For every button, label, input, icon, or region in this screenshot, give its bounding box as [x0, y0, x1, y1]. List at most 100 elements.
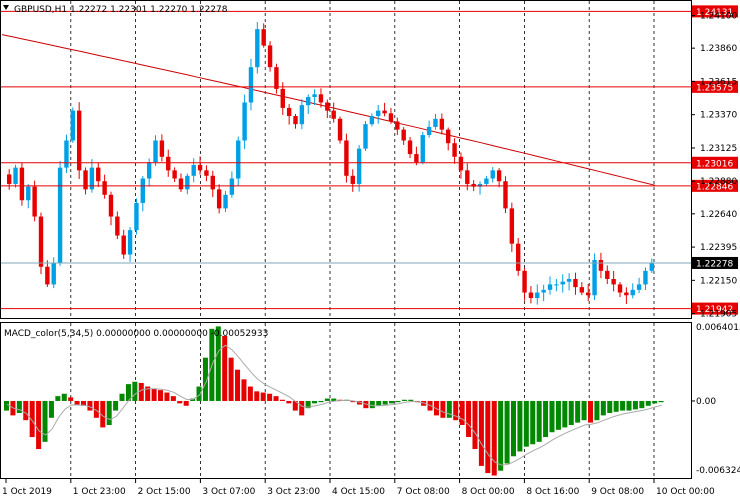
macd-bar: [164, 392, 170, 401]
candle-body: [299, 105, 305, 125]
candle-body: [617, 284, 623, 293]
macd-bar: [658, 400, 664, 403]
macd-bar: [158, 390, 164, 401]
candle-body: [420, 135, 425, 163]
candle-body: [13, 167, 18, 184]
candle-body: [223, 194, 228, 209]
time-tick-label: 10 Oct 00:00: [656, 487, 715, 497]
candle-body: [6, 174, 12, 184]
candle-body: [153, 140, 158, 163]
macd-bar: [626, 400, 632, 411]
macd-bar: [504, 400, 510, 464]
macd-bar: [183, 400, 189, 406]
macd-bar: [575, 400, 581, 423]
macd-bar: [196, 386, 202, 401]
candle-body: [325, 102, 330, 111]
candle-body: [516, 243, 521, 271]
candle-body: [191, 164, 196, 176]
candle-body: [649, 262, 655, 271]
candle-body: [255, 29, 260, 68]
candle-body: [197, 164, 203, 171]
candle-body: [382, 110, 387, 114]
macd-bar: [562, 400, 568, 428]
level-price-label: 1.23016: [696, 159, 733, 169]
candle-body: [127, 230, 133, 255]
candle-body: [121, 235, 126, 255]
time-tick-label: 1 Oct 23:00: [73, 487, 126, 497]
candle-body: [159, 140, 165, 157]
candle-body: [356, 148, 362, 184]
macd-bar: [299, 400, 305, 416]
candle-body: [248, 67, 254, 103]
candle-body: [630, 289, 635, 296]
macd-bar: [395, 400, 401, 403]
price-tick-label: 1.23370: [700, 111, 737, 121]
candle-body: [522, 270, 527, 293]
candle-body: [579, 287, 585, 293]
macd-bar: [132, 381, 138, 401]
time-tick-label: 8 Oct 00:00: [462, 487, 515, 497]
macd-bar: [466, 400, 472, 438]
candle-body: [363, 124, 368, 149]
current-price-label: 1.22278: [696, 259, 733, 269]
macd-bar: [151, 388, 157, 401]
candle-body: [337, 118, 343, 141]
candle-body: [433, 118, 438, 127]
macd-bar: [440, 400, 446, 418]
candle-body: [446, 129, 451, 144]
macd-bar: [594, 400, 600, 421]
macd-bar: [587, 400, 594, 423]
candle-body: [452, 143, 457, 157]
macd-bar: [645, 400, 651, 406]
candle-body: [57, 167, 63, 263]
macd-bar: [267, 393, 273, 401]
candle-body: [204, 170, 209, 176]
macd-bar: [4, 400, 10, 411]
candle-body: [242, 102, 247, 141]
candle-body: [178, 178, 184, 190]
candle-body: [267, 45, 273, 68]
macd-bar: [523, 400, 529, 447]
macd-bar: [446, 400, 452, 418]
macd-bar: [632, 400, 638, 410]
candle-body: [96, 167, 101, 182]
candle-body: [32, 186, 37, 217]
candle-body: [592, 259, 597, 296]
macd-bar: [138, 382, 144, 401]
candle-body: [331, 110, 336, 119]
macd-tick-label: 0.00: [696, 397, 716, 407]
price-tick-label: 1.24100: [700, 12, 737, 22]
candle-body: [64, 140, 69, 168]
candle-body: [414, 154, 419, 163]
candle-body: [312, 94, 317, 98]
candle-body: [26, 186, 31, 201]
candle-body: [318, 94, 324, 103]
candle-body: [108, 194, 114, 217]
candle-body: [535, 292, 540, 298]
macd-bar: [318, 400, 324, 403]
macd-bar: [613, 400, 619, 412]
macd-bar: [620, 400, 626, 411]
candle-body: [166, 156, 171, 171]
candle-body: [426, 126, 432, 136]
macd-bar: [61, 393, 67, 401]
price-tick-label: 1.23125: [700, 144, 737, 154]
trading-chart-window[interactable]: 1.24131 1.23575 1.23016 1.22846 1.21942 1.222…: [0, 0, 740, 500]
candle-body: [70, 110, 76, 141]
candle-body: [465, 170, 470, 184]
candle-body: [554, 284, 559, 286]
macd-bar: [485, 400, 491, 474]
macd-bar: [177, 400, 183, 404]
macd-bar: [543, 400, 549, 438]
macd-bar: [491, 400, 497, 476]
macd-bar: [113, 400, 119, 411]
candle-body: [388, 113, 394, 122]
candle-body: [541, 289, 546, 293]
time-tick-label: 3 Oct 07:00: [202, 487, 255, 497]
macd-bar: [408, 399, 414, 401]
price-tick-label: 1.23615: [700, 77, 737, 87]
macd-bar: [530, 400, 536, 445]
candle-body: [528, 292, 534, 298]
candle-body: [83, 170, 88, 190]
chart-canvas[interactable]: 1.241311.235751.230161.228461.219421.222…: [0, 0, 740, 500]
